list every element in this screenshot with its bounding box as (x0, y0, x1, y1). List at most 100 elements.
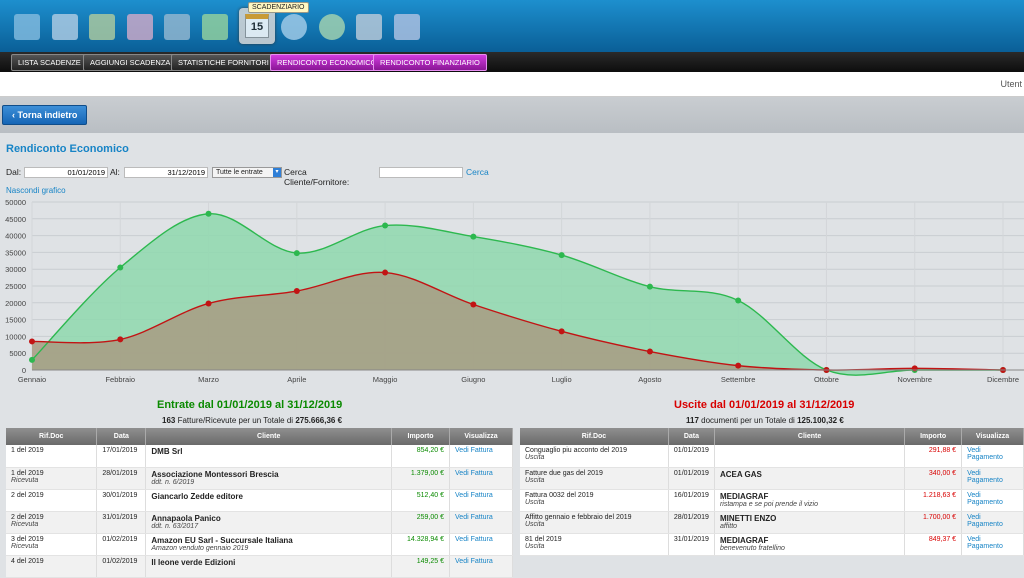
view-link[interactable]: Vedi Pagamento (967, 536, 1003, 550)
date-cell: 28/01/2019 (668, 511, 715, 534)
x-tick-label: Marzo (198, 375, 219, 384)
dal-input[interactable] (24, 167, 108, 178)
amount-cell: 291,88 € (904, 445, 963, 468)
col-header[interactable]: Rif.Doc (6, 428, 98, 445)
col-header[interactable]: Rif.Doc (520, 428, 669, 445)
date-cell: 31/01/2019 (668, 533, 715, 556)
x-tick-label: Dicembre (987, 375, 1019, 384)
save-icon[interactable] (393, 14, 420, 40)
chevron-down-icon: ▾ (273, 168, 281, 177)
calendar-icon[interactable]: 15 (239, 8, 275, 44)
client-note: benevenuto fratellino (719, 544, 785, 552)
table-row: Fatture due gas del 2019 Uscita 01/01/2019… (520, 467, 1024, 490)
series-point-1 (558, 328, 565, 335)
box-icon[interactable] (164, 14, 190, 40)
series-point-1 (293, 288, 300, 295)
x-tick-label: Aprile (287, 375, 306, 384)
tab-rendiconto-economico[interactable]: RENDICONTO ECONOMICO (270, 54, 384, 71)
search-input[interactable] (379, 167, 463, 178)
view-link[interactable]: Vedi Fattura (455, 536, 493, 543)
client-cell: ACEA GAS (714, 467, 906, 490)
col-header[interactable]: Cliente (145, 428, 393, 445)
client-cell: DMB Srl (145, 445, 393, 468)
rif-doc: 81 del 2019 (525, 535, 562, 543)
x-tick-label: Settembre (721, 375, 756, 384)
series-point-0 (293, 250, 300, 257)
client-name: Il leone verde Edizioni (151, 557, 236, 567)
series-point-1 (205, 300, 212, 307)
col-header[interactable]: Visualizza (961, 428, 1024, 445)
y-tick-label: 10000 (5, 332, 26, 341)
document-icon[interactable] (51, 14, 78, 40)
series-point-0 (470, 233, 477, 240)
view-cell: Vedi Fattura (449, 489, 513, 512)
date-cell: 16/01/2019 (668, 489, 715, 512)
pie-chart-icon[interactable] (281, 14, 307, 40)
amount-cell: 854,20 € (391, 445, 451, 468)
tab-rendiconto-finanziario[interactable]: RENDICONTO FINANZIARIO (373, 54, 487, 71)
view-link[interactable]: Vedi Fattura (455, 514, 493, 521)
view-link[interactable]: Vedi Pagamento (967, 492, 1003, 506)
client-note: Amazon venduto gennaio 2019 (151, 544, 249, 552)
col-header[interactable]: Visualizza (449, 428, 513, 445)
sub-navigation: LISTA SCADENZE AGGIUNGI SCADENZA STATIST… (0, 52, 1024, 72)
client-note: ddt. n. 6/2019 (151, 478, 195, 486)
y-tick-label: 45000 (5, 215, 26, 224)
view-link[interactable]: Vedi Pagamento (967, 447, 1003, 461)
al-label: Al: (110, 167, 120, 177)
books-icon[interactable] (89, 14, 115, 40)
tab-statistiche-fornitori[interactable]: STATISTICHE FORNITORI (171, 54, 276, 71)
series-point-0 (382, 222, 389, 229)
col-header[interactable]: Importo (904, 428, 963, 445)
al-input[interactable] (124, 167, 208, 178)
client-cell (714, 445, 906, 468)
type-select[interactable]: Tutte le entrate ▾ (212, 167, 282, 178)
table-row: 2 del 2019 Ricevuta 31/01/2019 Annapaola Pa… (6, 511, 513, 534)
date-cell: 31/01/2019 (96, 511, 147, 534)
rif-type: Ricevuta (11, 542, 39, 550)
table-row: Conguaglio piu acconto del 2019 Uscita 01/… (520, 445, 1024, 468)
x-tick-label: Giugno (461, 375, 485, 384)
view-link[interactable]: Vedi Fattura (455, 447, 493, 454)
user-bar: Utent (0, 72, 1024, 97)
rif-cell: 4 del 2019 (6, 555, 98, 578)
col-header[interactable]: Importo (391, 428, 451, 445)
y-tick-label: 50000 (5, 198, 26, 207)
view-link[interactable]: Vedi Pagamento (967, 514, 1003, 528)
view-link[interactable]: Vedi Fattura (455, 492, 493, 499)
view-link[interactable]: Vedi Pagamento (967, 470, 1003, 484)
tab-aggiungi-scadenza[interactable]: AGGIUNGI SCADENZA (83, 54, 178, 71)
col-header[interactable]: Cliente (714, 428, 906, 445)
table-row: Fattura 0032 del 2019 Uscita 16/01/2019 MED… (520, 489, 1024, 512)
hide-chart-link[interactable]: Nascondi grafico (6, 186, 66, 195)
rif-cell: 1 del 2019 Ricevuta (6, 467, 98, 490)
search-button[interactable]: Cerca (466, 167, 489, 177)
series-point-0 (735, 297, 742, 304)
monitor-icon[interactable] (14, 14, 40, 40)
rif-type: Uscita (525, 542, 545, 550)
table-row: 2 del 2019 30/01/2019 Giancarlo Zedde edit… (6, 489, 513, 512)
tools-icon[interactable] (356, 14, 382, 40)
back-button[interactable]: ‹ Torna indietro (2, 105, 88, 125)
col-header[interactable]: Data (668, 428, 715, 445)
cash-icon[interactable] (201, 14, 228, 40)
refresh-icon[interactable] (318, 14, 345, 40)
view-link[interactable]: Vedi Fattura (455, 470, 493, 477)
col-header[interactable]: Data (96, 428, 147, 445)
date-cell: 17/01/2019 (96, 445, 147, 468)
client-note: ristampa e se poi prende il vizio (719, 500, 819, 508)
view-cell: Vedi Pagamento (961, 489, 1024, 512)
view-link[interactable]: Vedi Fattura (455, 558, 493, 565)
entrate-title: Entrate dal 01/01/2019 al 31/12/2019 (157, 399, 343, 411)
client-name: ACEA GAS (719, 469, 762, 479)
date-cell: 01/02/2019 (96, 533, 147, 556)
table-row: Affitto gennaio e febbraio del 2019 Uscit… (520, 511, 1024, 534)
back-bar: ‹ Torna indietro (0, 97, 1024, 133)
cart-icon[interactable] (126, 14, 153, 40)
x-tick-label: Gennaio (18, 375, 46, 384)
tab-lista-scadenze[interactable]: LISTA SCADENZE (11, 54, 88, 71)
series-point-0 (117, 264, 124, 271)
client-name: Associazione Montessori Brescia (151, 469, 279, 479)
y-tick-label: 15000 (5, 316, 26, 325)
rif-doc: 1 del 2019 (11, 469, 44, 477)
